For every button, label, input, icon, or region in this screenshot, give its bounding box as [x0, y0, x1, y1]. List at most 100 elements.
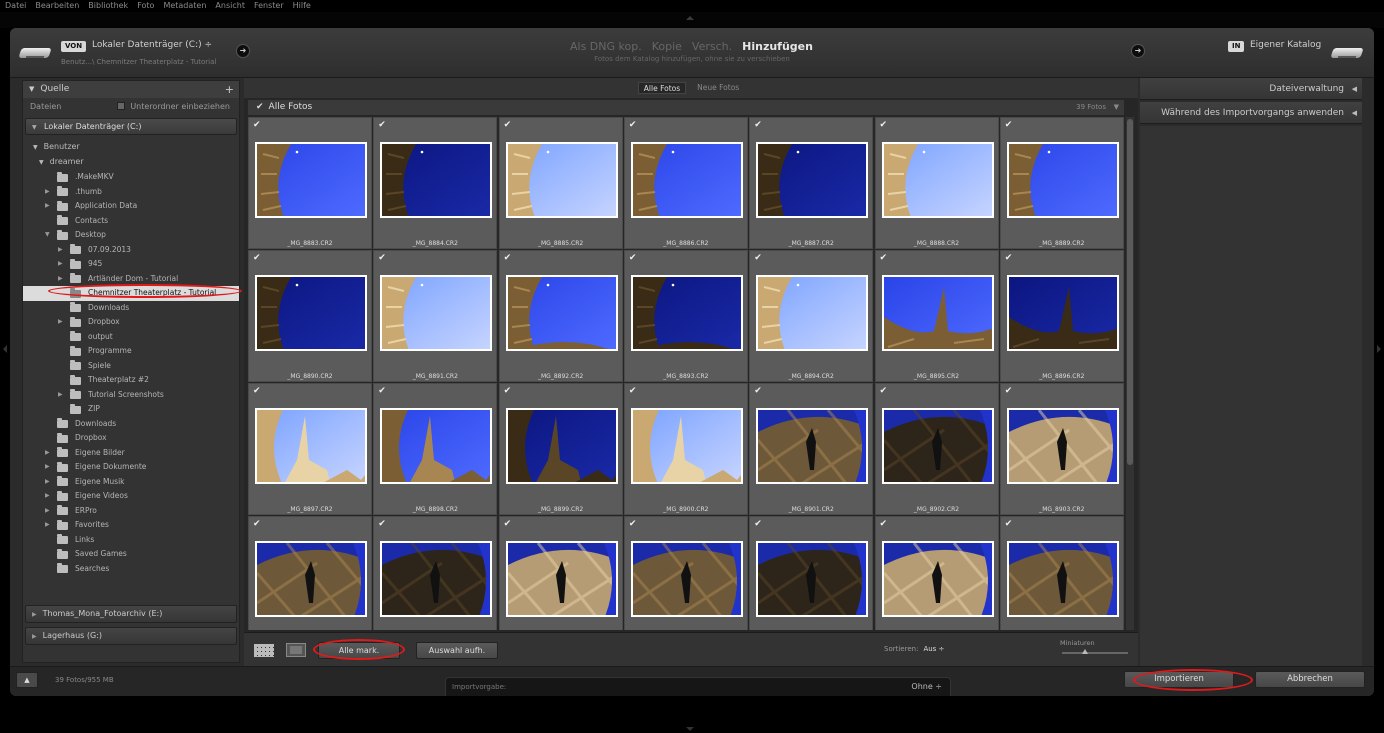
photo-checkbox[interactable]: ✔ [253, 120, 261, 130]
file-handling-header[interactable]: Dateiverwaltung ◀ [1140, 78, 1362, 100]
expand-triangle-icon[interactable]: ▼ [45, 228, 50, 243]
tree-node-24[interactable]: ▶ Favorites [23, 518, 239, 533]
photo-cell[interactable]: ✔ _MG_8893.CR2 [623, 250, 748, 382]
menu-item-5[interactable]: Ansicht [215, 0, 245, 12]
photo-cell[interactable]: ✔ [999, 516, 1124, 630]
mode-0[interactable]: Als DNG kop. [570, 40, 642, 53]
photo-cell[interactable]: ✔ _MG_8899.CR2 [498, 383, 623, 515]
photo-thumbnail[interactable] [380, 408, 493, 484]
photo-cell[interactable]: ✔ _MG_8891.CR2 [373, 250, 498, 382]
photo-checkbox[interactable]: ✔ [880, 519, 888, 529]
all-photos-checkbox[interactable]: ✔ [256, 102, 264, 112]
tree-node-3[interactable]: Contacts [23, 214, 239, 229]
apply-during-import-header[interactable]: Während des Importvorgangs anwenden ◀ [1140, 102, 1362, 124]
photo-checkbox[interactable]: ✔ [253, 519, 261, 529]
view-tab-1[interactable]: Neue Fotos [692, 82, 744, 94]
tree-node-14[interactable]: Theaterplatz #2 [23, 373, 239, 388]
scrollbar-thumb[interactable] [1127, 119, 1133, 465]
collapsed-triangle-icon[interactable]: ▶ [45, 475, 50, 490]
photo-checkbox[interactable]: ✔ [629, 386, 637, 396]
photo-cell[interactable]: ✔ _MG_8884.CR2 [373, 117, 498, 249]
loupe-view-icon[interactable] [286, 643, 306, 657]
tree-node-16[interactable]: ZIP [23, 402, 239, 417]
tree-node-10[interactable]: ▶ Dropbox [23, 315, 239, 330]
photo-checkbox[interactable]: ✔ [880, 386, 888, 396]
photo-cell[interactable]: ✔ _MG_8898.CR2 [373, 383, 498, 515]
collapsed-triangle-icon[interactable]: ▶ [58, 388, 63, 403]
photo-thumbnail[interactable] [756, 408, 869, 484]
collapsed-triangle-icon[interactable]: ▶ [58, 243, 63, 258]
photo-checkbox[interactable]: ✔ [629, 120, 637, 130]
tree-node-26[interactable]: Saved Games [23, 547, 239, 562]
volume-c-header[interactable]: ▼ Lokaler Datenträger (C:) [25, 118, 237, 135]
photo-thumbnail[interactable] [380, 275, 493, 351]
volume-g-header[interactable]: ▶ Lagerhaus (G:) [25, 627, 237, 645]
photo-thumbnail[interactable] [505, 541, 618, 617]
photo-checkbox[interactable]: ✔ [253, 386, 261, 396]
subfolders-checkbox[interactable] [117, 101, 126, 110]
tree-node-21[interactable]: ▶ Eigene Musik [23, 475, 239, 490]
collapsed-triangle-icon[interactable]: ▶ [45, 460, 50, 475]
add-source-icon[interactable]: + [225, 81, 234, 98]
thumbnail-slider-knob[interactable] [1082, 649, 1088, 654]
photo-cell[interactable]: ✔ [749, 516, 874, 630]
menu-item-3[interactable]: Foto [137, 0, 154, 12]
photo-cell[interactable]: ✔ _MG_8888.CR2 [874, 117, 999, 249]
tree-node-15[interactable]: ▶ Tutorial Screenshots [23, 388, 239, 403]
dest-catalog[interactable]: Eigener Katalog [1250, 40, 1321, 50]
photo-cell[interactable]: ✔ _MG_8885.CR2 [498, 117, 623, 249]
photo-checkbox[interactable]: ✔ [629, 253, 637, 263]
top-panel-grip[interactable] [686, 16, 694, 20]
mode-3[interactable]: Hinzufügen [742, 40, 813, 53]
photo-checkbox[interactable]: ✔ [754, 386, 762, 396]
photo-checkbox[interactable]: ✔ [629, 519, 637, 529]
photo-cell[interactable]: ✔ _MG_8894.CR2 [749, 250, 874, 382]
photo-cell[interactable]: ✔ _MG_8889.CR2 [999, 117, 1124, 249]
tree-node-11[interactable]: output [23, 330, 239, 345]
tree-node-19[interactable]: ▶ Eigene Bilder [23, 446, 239, 461]
photo-cell[interactable]: ✔ _MG_8902.CR2 [874, 383, 999, 515]
photo-checkbox[interactable]: ✔ [504, 120, 512, 130]
photo-checkbox[interactable]: ✔ [1005, 120, 1013, 130]
photo-thumbnail[interactable] [881, 142, 994, 218]
mode-2[interactable]: Versch. [692, 40, 732, 53]
photo-cell[interactable]: ✔ [248, 516, 372, 630]
tree-node-13[interactable]: Spiele [23, 359, 239, 374]
collapsed-triangle-icon[interactable]: ▶ [45, 504, 50, 519]
grid-scrollbar[interactable] [1126, 117, 1134, 630]
photo-thumbnail[interactable] [756, 142, 869, 218]
photo-cell[interactable]: ✔ _MG_8896.CR2 [999, 250, 1124, 382]
photo-thumbnail[interactable] [1006, 142, 1119, 218]
photo-thumbnail[interactable] [255, 142, 367, 218]
photo-cell[interactable]: ✔ _MG_8901.CR2 [749, 383, 874, 515]
import-button[interactable]: Importieren [1124, 671, 1234, 688]
photo-thumbnail[interactable] [380, 541, 493, 617]
tree-node-9[interactable]: Downloads [23, 301, 239, 316]
photo-cell[interactable]: ✔ _MG_8887.CR2 [749, 117, 874, 249]
tree-node-2[interactable]: ▶ Application Data [23, 199, 239, 214]
photo-thumbnail[interactable] [380, 142, 493, 218]
tree-node-dreamer[interactable]: ▼ dreamer [25, 155, 239, 169]
tree-node-5[interactable]: ▶ 07.09.2013 [23, 243, 239, 258]
tree-node-0[interactable]: .MakeMKV [23, 170, 239, 185]
photo-checkbox[interactable]: ✔ [378, 120, 386, 130]
photo-checkbox[interactable]: ✔ [754, 519, 762, 529]
grid-view-icon[interactable] [254, 644, 274, 657]
deselect-all-button[interactable]: Auswahl aufh. [416, 642, 498, 659]
photo-thumbnail[interactable] [630, 142, 743, 218]
dest-arrow-icon[interactable]: ➜ [1131, 44, 1145, 58]
tree-node-25[interactable]: Links [23, 533, 239, 548]
right-panel-grip[interactable] [1377, 345, 1381, 353]
menu-item-7[interactable]: Hilfe [293, 0, 311, 12]
tree-node-20[interactable]: ▶ Eigene Dokumente [23, 460, 239, 475]
tree-node-18[interactable]: Dropbox [23, 431, 239, 446]
photo-thumbnail[interactable] [881, 275, 994, 351]
tree-node-27[interactable]: Searches [23, 562, 239, 577]
photo-thumbnail[interactable] [881, 408, 994, 484]
photo-checkbox[interactable]: ✔ [1005, 253, 1013, 263]
tree-node-17[interactable]: Downloads [23, 417, 239, 432]
tree-node-22[interactable]: ▶ Eigene Videos [23, 489, 239, 504]
photo-thumbnail[interactable] [630, 541, 743, 617]
import-preset[interactable]: Importvorgabe: Ohne ÷ [445, 677, 951, 696]
photo-checkbox[interactable]: ✔ [378, 253, 386, 263]
